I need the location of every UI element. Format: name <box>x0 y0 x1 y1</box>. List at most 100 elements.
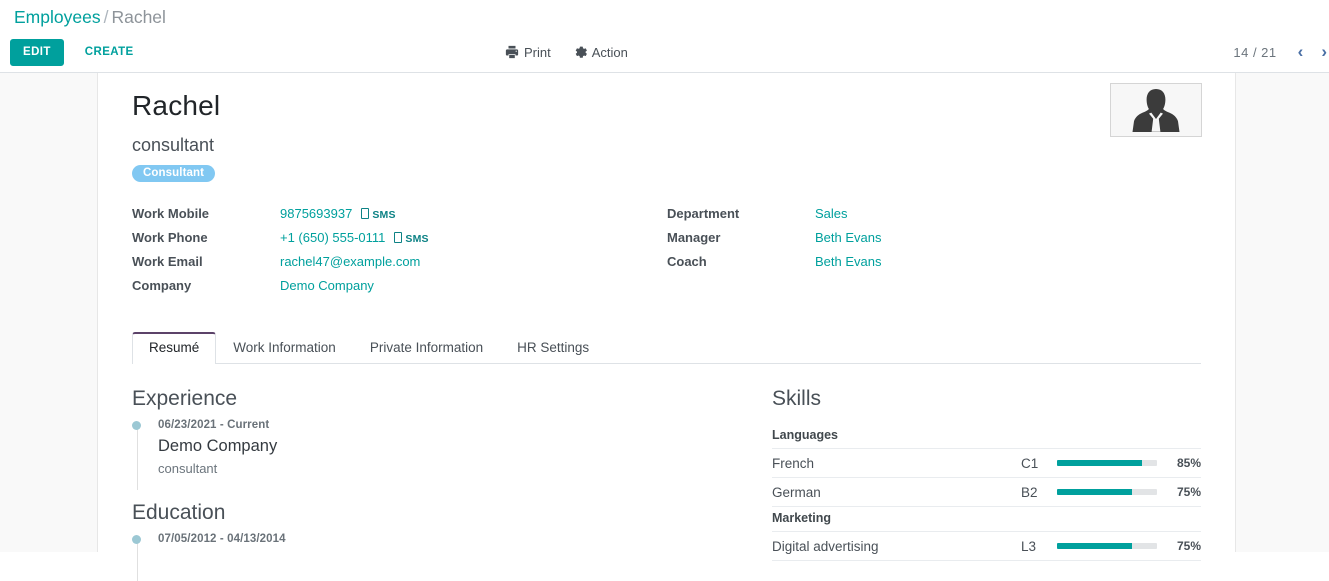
breadcrumb-separator: / <box>103 7 109 27</box>
form-sheet: Rachel consultant Consultant Work Mobile… <box>97 73 1236 581</box>
timeline-dot-icon <box>132 535 141 544</box>
experience-title: Demo Company <box>158 437 278 455</box>
job-position: consultant <box>132 135 215 155</box>
breadcrumb: Employees / Rachel <box>0 0 1329 32</box>
company-link[interactable]: Demo Company <box>280 278 374 293</box>
education-heading: Education <box>132 501 226 524</box>
tab-private-information[interactable]: Private Information <box>353 332 500 364</box>
sms-link-phone[interactable]: SMS <box>394 232 429 245</box>
tab-work-information[interactable]: Work Information <box>216 332 353 364</box>
employee-avatar-icon <box>1129 86 1183 134</box>
work-mobile-link[interactable]: 9875693937 <box>280 206 352 221</box>
sms-link-mobile[interactable]: SMS <box>361 208 396 221</box>
field-label: Company <box>132 278 192 293</box>
field-column-right: Department Sales Manager Beth Evans Coac… <box>667 206 1067 302</box>
field-groups: Work Mobile 9875693937 SMS Work Phone +1 … <box>132 206 1201 302</box>
tab-resume[interactable]: Resumé <box>132 332 217 364</box>
field-value: rachel47@example.com <box>280 254 420 269</box>
field-value: Demo Company <box>280 278 374 293</box>
field-label: Department <box>667 206 740 221</box>
timeline-dot-icon <box>132 421 141 430</box>
sms-label: SMS <box>372 209 396 221</box>
skills-heading: Skills <box>772 387 822 410</box>
skill-progress-fill <box>1057 489 1132 495</box>
breadcrumb-employees-link[interactable]: Employees <box>14 7 101 27</box>
education-block: Education 07/05/2012 - 04/13/2014 <box>132 500 744 581</box>
education-timeline: 07/05/2012 - 04/13/2014 <box>132 531 744 581</box>
skill-progress-bar <box>1057 489 1157 495</box>
printer-icon <box>505 45 519 59</box>
table-row[interactable]: French C1 85% <box>772 449 1201 478</box>
skill-name: German <box>772 484 821 500</box>
skill-level: B2 <box>1021 484 1038 500</box>
field-label: Work Email <box>132 254 203 269</box>
education-date: 07/05/2012 - 04/13/2014 <box>158 533 286 545</box>
list-item[interactable]: 07/05/2012 - 04/13/2014 <box>132 531 744 561</box>
tab-hr-settings[interactable]: HR Settings <box>500 332 606 364</box>
skill-level: L3 <box>1021 538 1037 554</box>
skill-group-title: Languages <box>772 424 1201 449</box>
form-tabs: Resumé Work Information Private Informat… <box>132 332 1201 364</box>
work-phone-link[interactable]: +1 (650) 555-0111 <box>280 230 385 245</box>
sms-label: SMS <box>405 233 429 245</box>
manager-link[interactable]: Beth Evans <box>815 230 882 245</box>
experience-date: 06/23/2021 - Current <box>158 419 270 431</box>
skill-level: C1 <box>1021 455 1039 471</box>
field-value: Beth Evans <box>815 254 882 269</box>
field-label: Coach <box>667 254 707 269</box>
skill-progress-fill <box>1057 543 1132 549</box>
action-button[interactable]: Action <box>573 45 628 60</box>
table-row[interactable]: German B2 75% <box>772 478 1201 507</box>
field-coach: Coach Beth Evans <box>667 254 1067 278</box>
field-value: +1 (650) 555-0111 SMS <box>280 230 429 245</box>
table-row[interactable]: Digital advertising L3 75% <box>772 532 1201 561</box>
field-work-phone: Work Phone +1 (650) 555-0111 SMS <box>132 230 667 254</box>
page-title: Rachel <box>132 90 221 121</box>
edit-button[interactable]: EDIT <box>10 38 64 66</box>
resume-right-column: Skills Languages French C1 85% German B2 <box>744 386 1201 561</box>
experience-timeline: 06/23/2021 - Current Demo Company consul… <box>132 417 744 492</box>
field-value: 9875693937 SMS <box>280 206 396 221</box>
field-department: Department Sales <box>667 206 1067 230</box>
department-link[interactable]: Sales <box>815 206 848 221</box>
pager-previous-button[interactable]: ‹ <box>1289 41 1313 64</box>
field-work-mobile: Work Mobile 9875693937 SMS <box>132 206 667 230</box>
avatar[interactable] <box>1110 83 1202 137</box>
employee-form-page: Employees / Rachel EDIT CREATE Print Actio… <box>0 0 1329 581</box>
field-value: Sales <box>815 206 848 221</box>
field-label: Manager <box>667 230 721 245</box>
control-panel: EDIT CREATE Print Action 14 / 21 ‹ › <box>0 32 1329 73</box>
print-label: Print <box>524 44 551 60</box>
resume-panel: Experience 06/23/2021 - Current Demo Com… <box>132 364 1201 581</box>
field-company: Company Demo Company <box>132 278 667 302</box>
experience-description: consultant <box>158 461 218 476</box>
skill-percent: 75% <box>1176 539 1201 553</box>
skill-progress-fill <box>1057 460 1142 466</box>
field-label: Work Phone <box>132 230 208 245</box>
skill-percent: 85% <box>1176 456 1201 470</box>
control-panel-actions: Print Action <box>505 32 628 72</box>
pager-count: 14 / 21 <box>1233 44 1277 60</box>
pager-next-button[interactable]: › <box>1312 41 1329 64</box>
gear-icon <box>573 45 587 59</box>
work-email-link[interactable]: rachel47@example.com <box>280 254 420 269</box>
skill-percent: 75% <box>1176 485 1201 499</box>
mobile-phone-icon <box>394 232 403 243</box>
skill-name: Digital advertising <box>772 538 879 554</box>
coach-link[interactable]: Beth Evans <box>815 254 882 269</box>
create-button[interactable]: CREATE <box>74 39 145 66</box>
skill-group-title: Marketing <box>772 507 1201 532</box>
list-item[interactable]: 06/23/2021 - Current Demo Company consul… <box>132 417 744 492</box>
resume-left-column: Experience 06/23/2021 - Current Demo Com… <box>132 386 744 581</box>
field-value: Beth Evans <box>815 230 882 245</box>
field-label: Work Mobile <box>132 206 210 221</box>
mobile-phone-icon <box>361 208 370 219</box>
breadcrumb-current: Rachel <box>111 7 166 27</box>
employee-tag[interactable]: Consultant <box>132 165 216 182</box>
skill-group-languages: Languages French C1 85% German B2 75% <box>772 424 1201 507</box>
print-button[interactable]: Print <box>505 45 551 60</box>
field-column-left: Work Mobile 9875693937 SMS Work Phone +1 … <box>132 206 667 302</box>
skill-group-marketing: Marketing Digital advertising L3 75% <box>772 507 1201 561</box>
field-manager: Manager Beth Evans <box>667 230 1067 254</box>
skill-name: French <box>772 455 815 471</box>
